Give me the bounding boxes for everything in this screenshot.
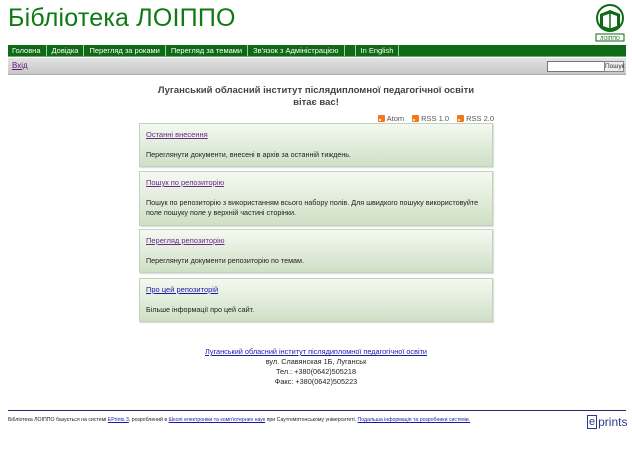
panel-search-link[interactable]: Пошук по репозиторію	[146, 178, 224, 187]
footer-credits: Бібліотека ЛОІППО базується на системі E…	[8, 417, 470, 423]
eprints-logo-text: prints	[598, 415, 628, 429]
feed-rss1[interactable]: RSS 1.0	[412, 114, 449, 123]
panel-browse-link[interactable]: Перегляд репозиторію	[146, 236, 224, 245]
feed-rss2-label: RSS 2.0	[466, 114, 494, 123]
panel-latest: Останні внесення Переглянути документи, …	[139, 123, 493, 167]
rss-icon	[457, 115, 465, 122]
main-menu: Головна Довідка Перегляд за роками Перег…	[8, 45, 626, 57]
contact-phone: Тел.: +380(0642)505218	[275, 367, 357, 376]
panel-latest-desc: Переглянути документи, внесені в архів з…	[146, 150, 352, 159]
panel-about-desc: Більше інформації про цей сайт.	[146, 305, 255, 314]
footer-text-3: при Саутгемптонському університеті.	[265, 417, 358, 423]
feed-links: Atom RSS 1.0 RSS 2.0	[377, 114, 494, 123]
library-book-logo[interactable]: ЛОІППО	[594, 4, 626, 42]
panel-search-desc: Пошук по репозиторію з використанням всь…	[146, 198, 479, 217]
rss-icon	[412, 115, 420, 122]
search-input[interactable]	[547, 61, 605, 72]
search-button[interactable]: Пошук	[604, 61, 625, 72]
feed-rss1-label: RSS 1.0	[421, 114, 450, 123]
menu-home[interactable]: Головна	[8, 45, 47, 56]
feed-atom[interactable]: Atom	[377, 114, 405, 123]
panel-browse-desc: Переглянути документи репозиторію по тем…	[146, 256, 304, 265]
logo-text: ЛОІППО	[600, 36, 620, 42]
contact-fax: Факс: +380(0642)505223	[274, 377, 358, 386]
site-title[interactable]: Бібліотека ЛОІППО	[8, 4, 236, 33]
welcome-line-1: Луганський обласний інститут післядиплом…	[157, 85, 475, 96]
more-info-link[interactable]: Подальша інформація та розробники систем…	[358, 417, 471, 423]
panel-about-link[interactable]: Про цей репозиторій	[146, 285, 218, 294]
contact-address: вул. Славянская 1Б, Луганськ	[265, 357, 367, 366]
welcome-line-2: вітає вас!	[293, 97, 339, 108]
ecs-link[interactable]: Школі електроніки та комп'ютерних наук	[169, 417, 266, 423]
menu-help[interactable]: Довідка	[47, 45, 85, 56]
rss-icon	[377, 115, 385, 122]
panel-latest-link[interactable]: Останні внесення	[146, 130, 208, 139]
org-link: Луганський обласний інститут післядиплом…	[0, 347, 632, 357]
menu-contact-admin[interactable]: Зв'язок з Адміністрацією	[248, 45, 345, 56]
panel-about: Про цей репозиторій Більше інформації пр…	[139, 278, 493, 322]
footer-divider	[8, 410, 626, 411]
org-link-text[interactable]: Луганський обласний інститут післядиплом…	[205, 347, 427, 356]
menu-browse-year[interactable]: Перегляд за роками	[84, 45, 166, 56]
menu-browse-subject[interactable]: Перегляд за темами	[166, 45, 249, 56]
footer-text-2: , розроблений в	[128, 417, 169, 423]
toolbar: Вхід Пошук	[8, 58, 626, 75]
feed-rss2[interactable]: RSS 2.0	[457, 114, 494, 123]
eprints-logo[interactable]: e prints	[587, 415, 627, 429]
feed-atom-label: Atom	[386, 114, 405, 123]
eprints-logo-letter: e	[587, 415, 598, 429]
eprints-link[interactable]: EPrints 3	[108, 417, 129, 423]
footer-text-1: Бібліотека ЛОІППО базується на системі	[8, 417, 108, 423]
menu-english[interactable]: In English	[354, 45, 400, 56]
panel-browse: Перегляд репозиторію Переглянути докумен…	[139, 229, 493, 273]
panel-search: Пошук по репозиторію Пошук по репозиторі…	[139, 171, 493, 226]
login-link[interactable]: Вхід	[12, 61, 28, 70]
